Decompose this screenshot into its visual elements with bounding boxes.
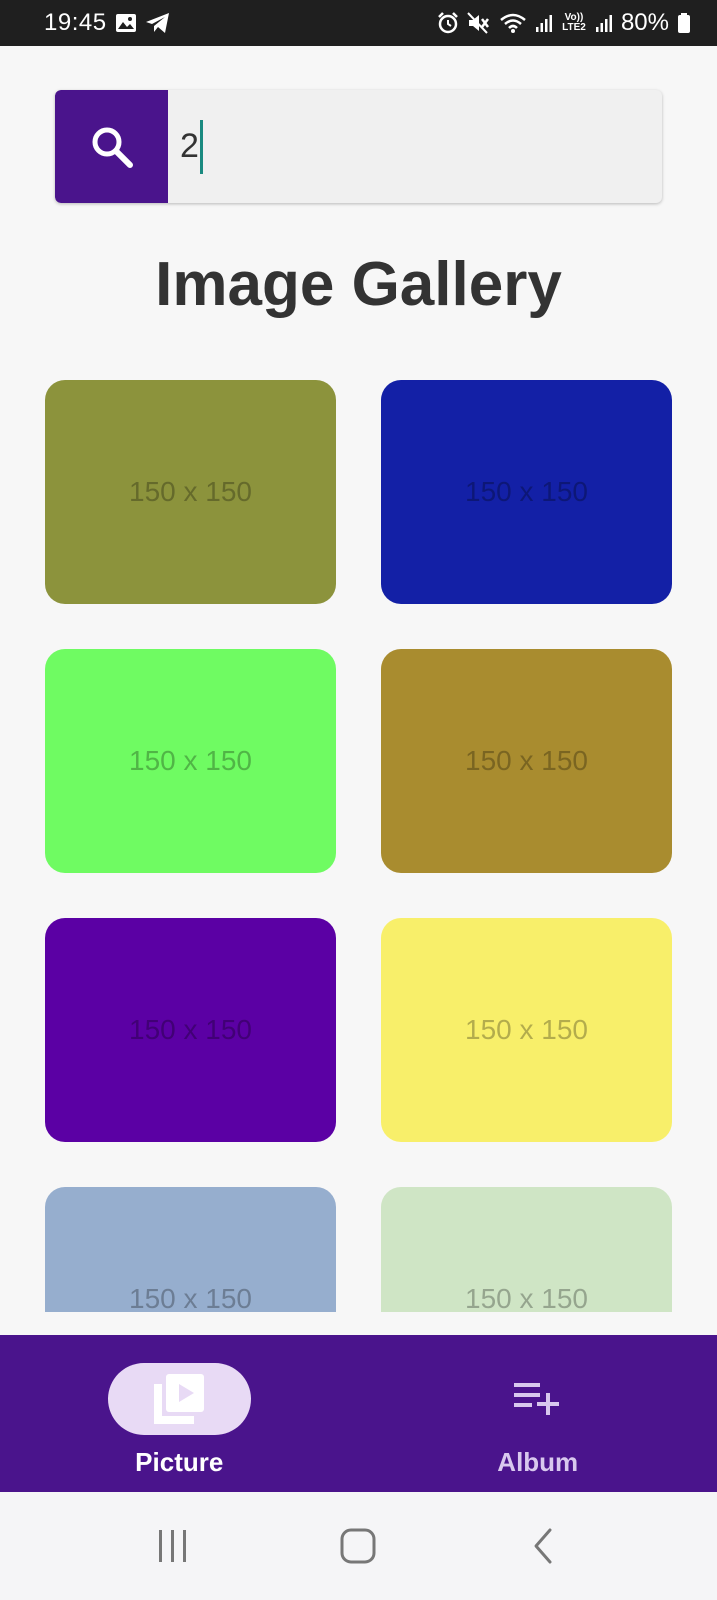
status-left: 19:45 — [44, 9, 171, 37]
home-icon — [340, 1528, 376, 1564]
gallery-image-tile[interactable]: 150 x 150 — [381, 1187, 672, 1312]
gallery-grid: 150 x 150 150 x 150 150 x 150 150 x 150 150 … — [45, 380, 673, 1312]
back-button[interactable] — [504, 1516, 584, 1576]
bottom-navigation: Picture Album — [0, 1335, 717, 1492]
playlist-add-icon — [513, 1383, 559, 1415]
mute-icon — [467, 12, 491, 34]
search-button[interactable] — [55, 90, 168, 203]
text-caret — [199, 119, 203, 174]
gallery-image-tile[interactable]: 150 x 150 — [45, 918, 336, 1142]
recent-apps-button[interactable] — [133, 1516, 213, 1576]
gallery-image-tile[interactable]: 150 x 150 — [45, 1187, 336, 1312]
gallery-scroll-area[interactable]: 150 x 150 150 x 150 150 x 150 150 x 150 150 … — [0, 340, 717, 1312]
back-icon — [534, 1528, 552, 1564]
nav-pill-picture — [107, 1363, 251, 1435]
home-button[interactable] — [318, 1516, 398, 1576]
image-placeholder-label: 150 x 150 — [465, 476, 588, 507]
search-icon — [92, 127, 133, 168]
signal-icon — [595, 13, 613, 33]
image-placeholder-label: 150 x 150 — [465, 745, 588, 776]
battery-icon — [677, 12, 691, 34]
search-input-value: 2 — [180, 127, 199, 165]
status-bar: 19:45 Vo)) LTE2 80% — [0, 0, 717, 46]
nav-item-album[interactable]: Album — [359, 1335, 717, 1492]
wifi-icon — [499, 12, 527, 34]
gallery-image-tile[interactable]: 150 x 150 — [45, 649, 336, 873]
image-placeholder-label: 150 x 150 — [465, 1014, 588, 1045]
page-title: Image Gallery — [155, 250, 562, 319]
gallery-icon — [115, 13, 137, 33]
system-navigation-bar — [0, 1492, 717, 1600]
gallery-image-tile[interactable]: 150 x 150 — [45, 380, 336, 604]
gallery-image-tile[interactable]: 150 x 150 — [381, 649, 672, 873]
status-right: Vo)) LTE2 80% — [437, 9, 691, 37]
lte-icon: Vo)) LTE2 — [562, 12, 586, 33]
status-time: 19:45 — [44, 9, 107, 36]
alarm-icon — [437, 12, 459, 34]
nav-pill-album — [466, 1363, 609, 1435]
nav-item-picture[interactable]: Picture — [0, 1335, 359, 1492]
image-placeholder-label: 150 x 150 — [129, 745, 252, 776]
gallery-image-tile[interactable]: 150 x 150 — [381, 380, 672, 604]
recent-apps-icon — [158, 1530, 186, 1562]
nav-label-album: Album — [497, 1447, 579, 1477]
search-bar: 2 — [55, 90, 662, 203]
image-placeholder-label: 150 x 150 — [129, 1014, 252, 1045]
battery-percent: 80% — [620, 9, 669, 36]
video-library-icon — [154, 1374, 205, 1424]
image-placeholder-label: 150 x 150 — [129, 476, 252, 507]
search-input[interactable]: 2 — [168, 90, 662, 203]
nav-label-picture: Picture — [135, 1447, 224, 1477]
image-placeholder-label: 150 x 150 — [465, 1283, 588, 1312]
signal-icon — [535, 13, 553, 33]
telegram-icon — [145, 12, 171, 34]
gallery-image-tile[interactable]: 150 x 150 — [381, 918, 672, 1142]
image-placeholder-label: 150 x 150 — [129, 1283, 252, 1312]
